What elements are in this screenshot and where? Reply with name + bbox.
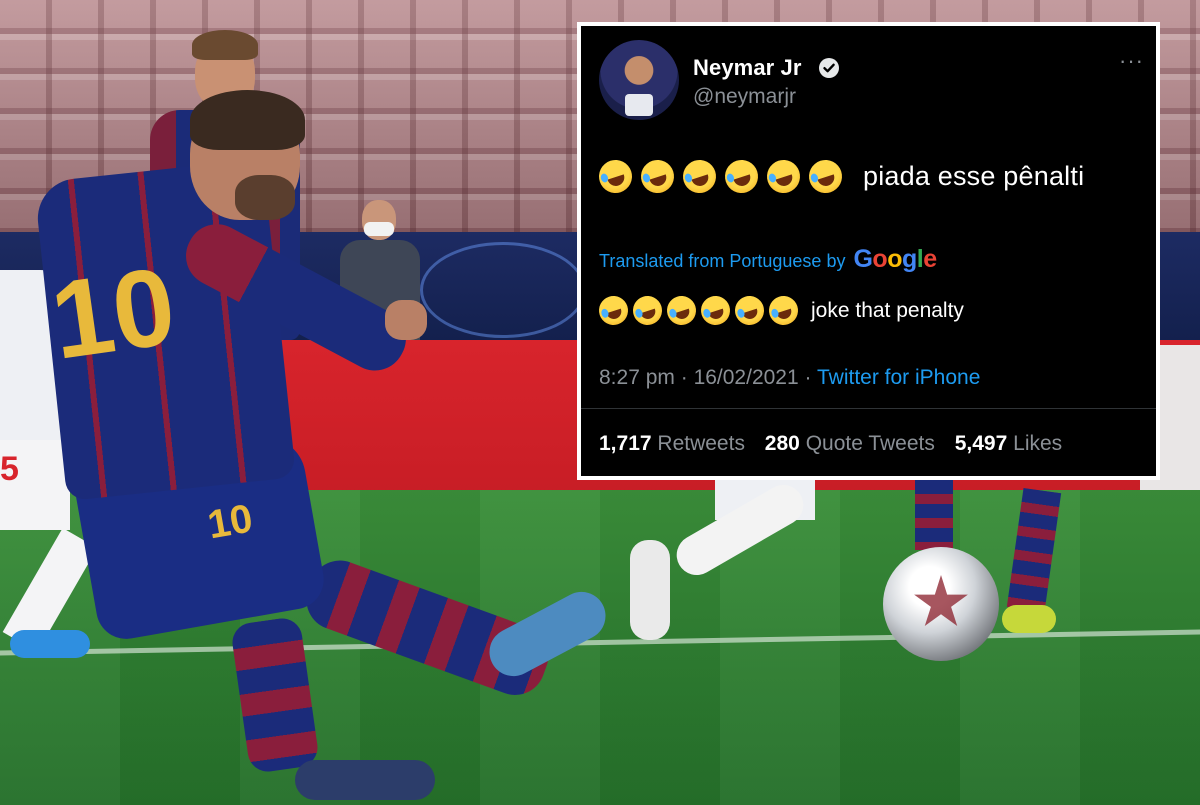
player-beard [235,175,295,220]
rolling-on-floor-laughing-emoji [594,155,637,198]
rolling-on-floor-laughing-emoji [804,155,847,198]
retweets-stat[interactable]: 1,717 Retweets [599,432,745,455]
retweets-label: Retweets [657,432,745,455]
rolling-on-floor-laughing-emoji [697,292,734,329]
rolling-on-floor-laughing-emoji [595,292,632,329]
translated-label: Translated from Portuguese by [599,251,846,271]
standing-boot [295,760,435,800]
avatar-detail [625,94,653,116]
translated-from-link[interactable]: Translated from Portuguese by Google [599,245,937,274]
shorts-number: 10 [204,496,256,548]
translation-text: joke that penalty [811,298,964,322]
tweet-stats: 1,717 Retweets 280 Quote Tweets 5,497 Li… [599,432,1062,456]
psg-shorts-number: 5 [0,450,19,488]
standing-leg [229,615,321,775]
quote-tweets-label: Quote Tweets [805,432,935,455]
barca-sock [1006,487,1062,613]
background-player-hair [192,30,258,60]
yellow-boot [1002,605,1056,633]
tweet-date[interactable]: 16/02/2021 [694,366,799,389]
meta-separator: · [804,366,812,389]
display-name[interactable]: Neymar Jr [693,55,802,81]
verified-badge-icon [819,58,839,78]
player-hand [385,300,427,340]
more-options-icon[interactable]: ··· [1119,50,1144,72]
rolling-on-floor-laughing-emoji [636,155,679,198]
retweets-count: 1,717 [599,432,652,455]
rolling-on-floor-laughing-emoji [629,292,666,329]
tweet-body: piada esse pênalti [863,161,1085,191]
rolling-on-floor-laughing-emoji [762,155,805,198]
likes-stat[interactable]: 5,497 Likes [955,432,1062,455]
divider [581,408,1156,409]
kicking-boot [481,583,614,685]
tweet-translation: joke that penalty [595,292,964,329]
tweet-text: piada esse pênalti [594,155,1085,198]
google-logo: Google [853,245,937,273]
tweet-time[interactable]: 8:27 pm [599,366,675,389]
barca-sock [915,480,953,550]
football [883,547,999,661]
tweet-source-link[interactable]: Twitter for iPhone [817,366,980,389]
quote-tweets-count: 280 [764,432,800,455]
rolling-on-floor-laughing-emoji [678,155,721,198]
handle[interactable]: @neymarjr [693,85,796,109]
player-hair [190,90,305,150]
rolling-on-floor-laughing-emoji [731,292,768,329]
rolling-on-floor-laughing-emoji [663,292,700,329]
right-players [630,477,1070,660]
tweet-meta: 8:27 pm · 16/02/2021 · Twitter for iPhon… [599,366,980,390]
kicking-player: 10 10 [33,90,640,805]
tweet-card: Neymar Jr @neymarjr ··· piada esse pênal… [577,22,1160,480]
likes-label: Likes [1013,432,1063,455]
avatar[interactable] [599,40,679,120]
quote-tweets-stat[interactable]: 280 Quote Tweets [765,432,935,455]
likes-count: 5,497 [954,432,1008,455]
rolling-on-floor-laughing-emoji [720,155,763,198]
rolling-on-floor-laughing-emoji [765,292,802,329]
meta-separator: · [680,366,694,389]
jersey-number: 10 [44,244,183,383]
